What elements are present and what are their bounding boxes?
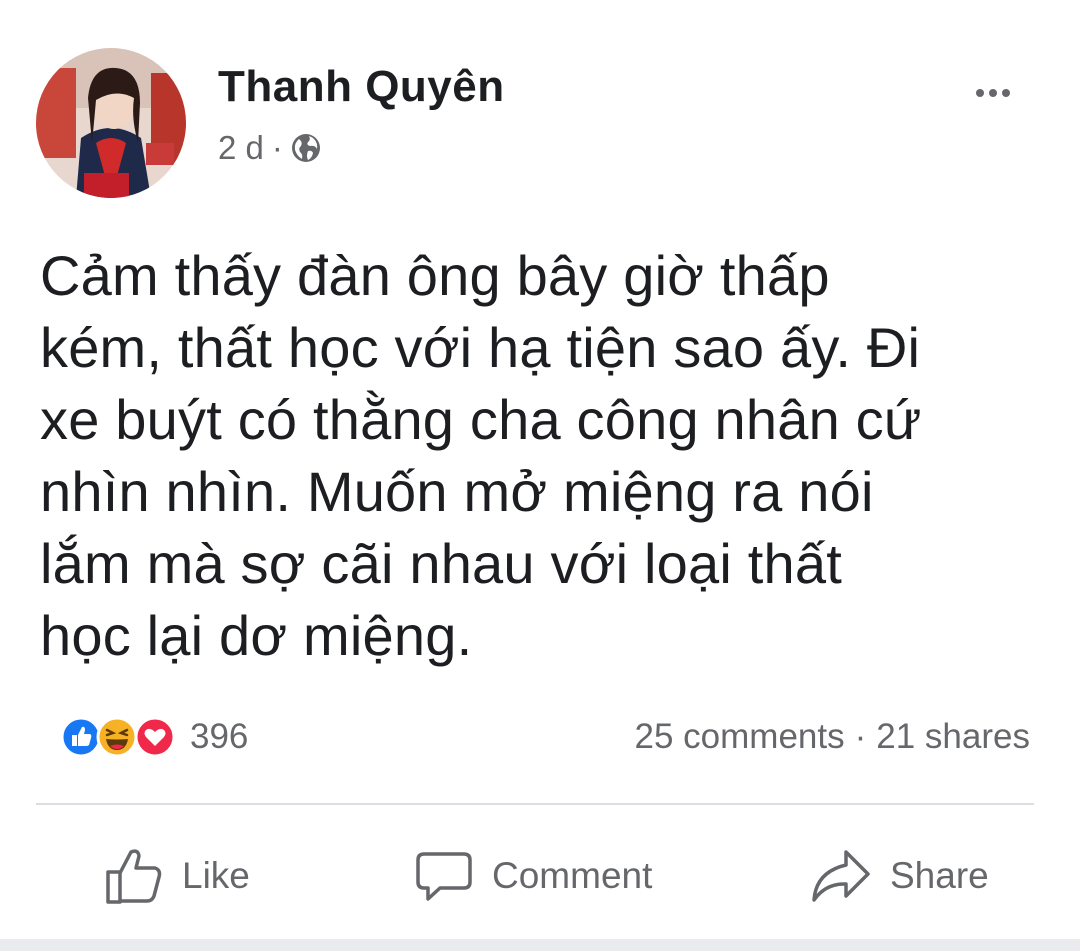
author-name[interactable]: Thanh Quyên: [218, 62, 505, 112]
like-button[interactable]: Like: [104, 840, 250, 912]
post-time[interactable]: 2 d: [218, 129, 264, 167]
post-text-line: kém, thất học với hạ tiện sao ấy. Đi: [40, 316, 921, 379]
post-text-line: nhìn nhìn. Muốn mở miệng ra nói: [40, 460, 874, 523]
reactions-summary[interactable]: 396: [60, 712, 248, 762]
thumbs-up-icon: [106, 849, 162, 904]
feed-separator: [0, 939, 1080, 951]
globe-icon[interactable]: [291, 133, 321, 163]
post-text-line: học lại dơ miệng.: [40, 604, 473, 667]
engagement-stats: 25 comments · 21 shares: [635, 712, 1030, 762]
comment-button[interactable]: Comment: [414, 840, 652, 912]
like-label: Like: [182, 855, 250, 896]
more-options-button[interactable]: [968, 80, 1018, 106]
shares-count[interactable]: 21 shares: [876, 717, 1030, 757]
comment-icon: [416, 852, 472, 901]
reaction-icons: [60, 716, 178, 758]
stats-separator: ·: [854, 717, 867, 756]
love-reaction-icon: [134, 716, 176, 758]
reaction-count: 396: [190, 717, 249, 756]
share-arrow-icon: [812, 850, 870, 902]
avatar[interactable]: [36, 48, 186, 198]
post-text: Cảm thấy đàn ông bây giờ thấp kém, thất …: [40, 240, 1040, 672]
haha-reaction-icon: [96, 716, 138, 758]
comments-count[interactable]: 25 comments: [635, 717, 845, 757]
more-horizontal-icon: [976, 89, 1010, 97]
facebook-post: Thanh Quyên 2 d · Cảm thấy đàn ông bây g…: [0, 0, 1080, 951]
post-meta: 2 d ·: [218, 128, 321, 168]
divider: [36, 803, 1034, 805]
comment-label: Comment: [492, 855, 653, 896]
share-button[interactable]: Share: [810, 840, 989, 912]
post-text-line: lắm mà sợ cãi nhau với loại thất: [40, 532, 842, 595]
post-text-line: xe buýt có thằng cha công nhân cứ: [40, 388, 922, 451]
post-text-line: Cảm thấy đàn ông bây giờ thấp: [40, 244, 830, 307]
meta-separator: ·: [271, 129, 283, 166]
share-label: Share: [890, 855, 989, 896]
